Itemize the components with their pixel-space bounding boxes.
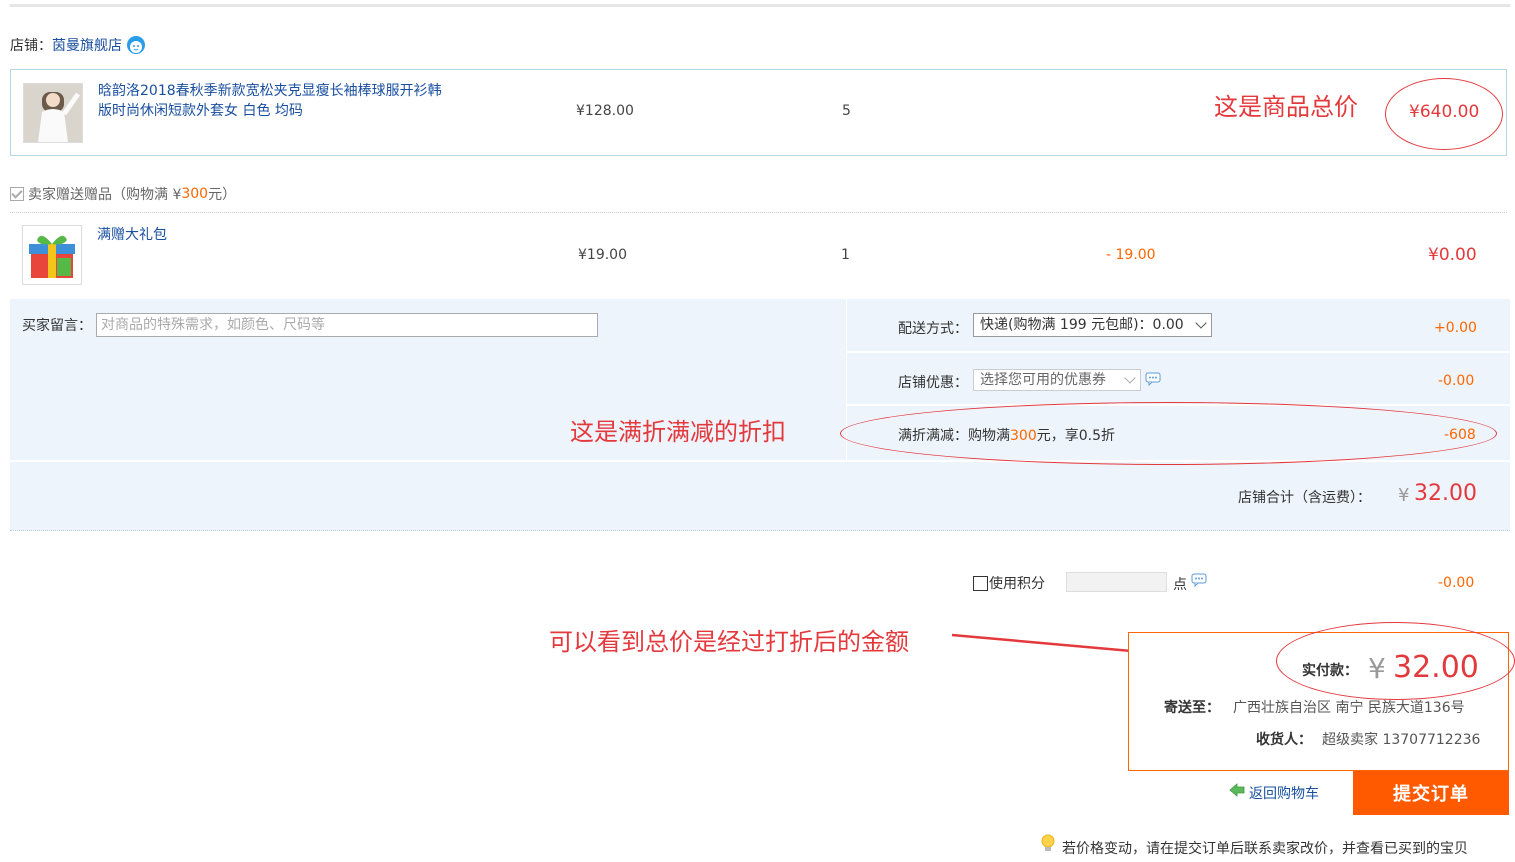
chevron-down-icon <box>1195 317 1207 329</box>
payment-label: 实付款： <box>1302 663 1358 679</box>
gift-label-suffix: 元） <box>208 187 237 203</box>
coupon-amount: -0.00 <box>1438 373 1475 389</box>
panel-divider-1 <box>847 351 1510 353</box>
shipping-select[interactable]: 快递(购物满 199 元包邮)：0.00 <box>973 313 1212 337</box>
shipping-selected: 快递(购物满 199 元包邮)：0.00 <box>980 317 1184 333</box>
promo-row: 满折满减：购物满300元，享0.5折 <box>898 425 1115 445</box>
promo-label: 满折满减： <box>898 428 968 444</box>
points-checkbox[interactable] <box>973 575 988 591</box>
promo-text-suffix: 元，享0.5折 <box>1036 428 1115 444</box>
points-help-icon[interactable] <box>1191 573 1207 587</box>
gift-quantity: 1 <box>841 247 850 263</box>
points-amount: -0.00 <box>1438 575 1475 591</box>
points-row: 使用积分 <box>973 573 1045 593</box>
unit-price: ¥128.00 <box>576 103 634 119</box>
buyer-message-input[interactable]: 对商品的特殊需求，如颜色、尺码等 <box>96 313 598 337</box>
wangwang-chat-icon[interactable] <box>126 35 146 55</box>
shop-total-currency: ¥ <box>1398 485 1410 506</box>
quantity: 5 <box>842 103 851 119</box>
gift-label-prefix: 卖家赠送赠品（购物满 ¥ <box>28 187 182 203</box>
points-label: 使用积分 <box>989 576 1045 592</box>
gift-name[interactable]: 满赠大礼包 <box>97 225 167 245</box>
points-input[interactable] <box>1066 572 1167 592</box>
shipping-label: 配送方式： <box>898 321 968 337</box>
gift-checkbox[interactable] <box>10 187 24 201</box>
annotation-discount-note: 这是满折满减的折扣 <box>570 418 786 446</box>
points-unit: 点 <box>1173 577 1187 593</box>
receiver-info: 超级卖家 13707712236 <box>1322 732 1481 748</box>
coupon-selected: 选择您可用的优惠券 <box>980 372 1106 388</box>
coupon-help-icon[interactable] <box>1145 372 1161 386</box>
promo-text-prefix: 购物满 <box>968 428 1010 444</box>
price-change-notice: 若价格变动，请在提交订单后联系卖家改价，并查看已买到的宝贝 <box>1062 841 1468 857</box>
annotation-total-note: 这是商品总价 <box>1214 93 1358 121</box>
product-thumbnail[interactable] <box>23 83 83 143</box>
annotation-paid-note: 可以看到总价是经过打折后的金额 <box>549 628 909 656</box>
back-to-cart-link[interactable]: 返回购物车 <box>1249 783 1319 803</box>
product-image-icon <box>24 84 82 142</box>
lightbulb-icon <box>1041 834 1055 851</box>
payment-value: 32.00 <box>1393 650 1479 685</box>
top-divider <box>10 4 1510 7</box>
gift-discount: - 19.00 <box>1106 247 1156 263</box>
shop-total-label: 店铺合计（含运费）： <box>1238 490 1371 506</box>
coupon-select[interactable]: 选择您可用的优惠券 <box>973 369 1141 391</box>
gift-label-amount: 300 <box>181 186 209 202</box>
gift-section-label: 卖家赠送赠品（购物满 ¥300 元） <box>10 184 236 204</box>
payment-currency: ¥ <box>1368 652 1386 685</box>
ship-to-address: 广西壮族自治区 南宁 民族大道136号 <box>1233 700 1465 716</box>
chevron-down-icon <box>1124 372 1136 384</box>
promo-amount: -608 <box>1444 427 1476 443</box>
gift-item-row: 满赠大礼包 ¥19.00 1 - 19.00 ¥0.00 <box>10 212 1507 300</box>
gift-thumbnail[interactable] <box>22 225 82 285</box>
receiver-label: 收货人： <box>1256 732 1312 748</box>
order-item-row: 晗韵洛2018春秋季新款宽松夹克显瘦长袖棒球服开衫韩 版时尚休闲短款外套女 白色… <box>10 69 1507 156</box>
ship-to-label: 寄送至： <box>1164 700 1220 716</box>
promo-text-amount: 300 <box>1010 428 1037 444</box>
product-name-line2[interactable]: 版时尚休闲短款外套女 白色 均码 <box>98 101 303 121</box>
shop-label: 店铺： <box>10 38 52 54</box>
gift-box-icon <box>29 235 75 278</box>
coupon-label: 店铺优惠： <box>898 375 968 391</box>
shop-name-link[interactable]: 茵曼旗舰店 <box>52 35 122 55</box>
shop-row: 店铺： 茵曼旗舰店 <box>10 34 146 56</box>
item-total: ¥640.00 <box>1409 102 1480 122</box>
submit-order-button[interactable]: 提交订单 <box>1353 771 1509 815</box>
buyer-message-label: 买家留言： <box>22 318 92 334</box>
back-arrow-icon[interactable] <box>1229 783 1245 797</box>
product-name-line1[interactable]: 晗韵洛2018春秋季新款宽松夹克显瘦长袖棒球服开衫韩 <box>98 81 442 101</box>
gift-total: ¥0.00 <box>1428 245 1477 265</box>
gift-unit-price: ¥19.00 <box>578 247 627 263</box>
shop-total-value: 32.00 <box>1414 481 1477 506</box>
shipping-amount: +0.00 <box>1434 320 1477 336</box>
